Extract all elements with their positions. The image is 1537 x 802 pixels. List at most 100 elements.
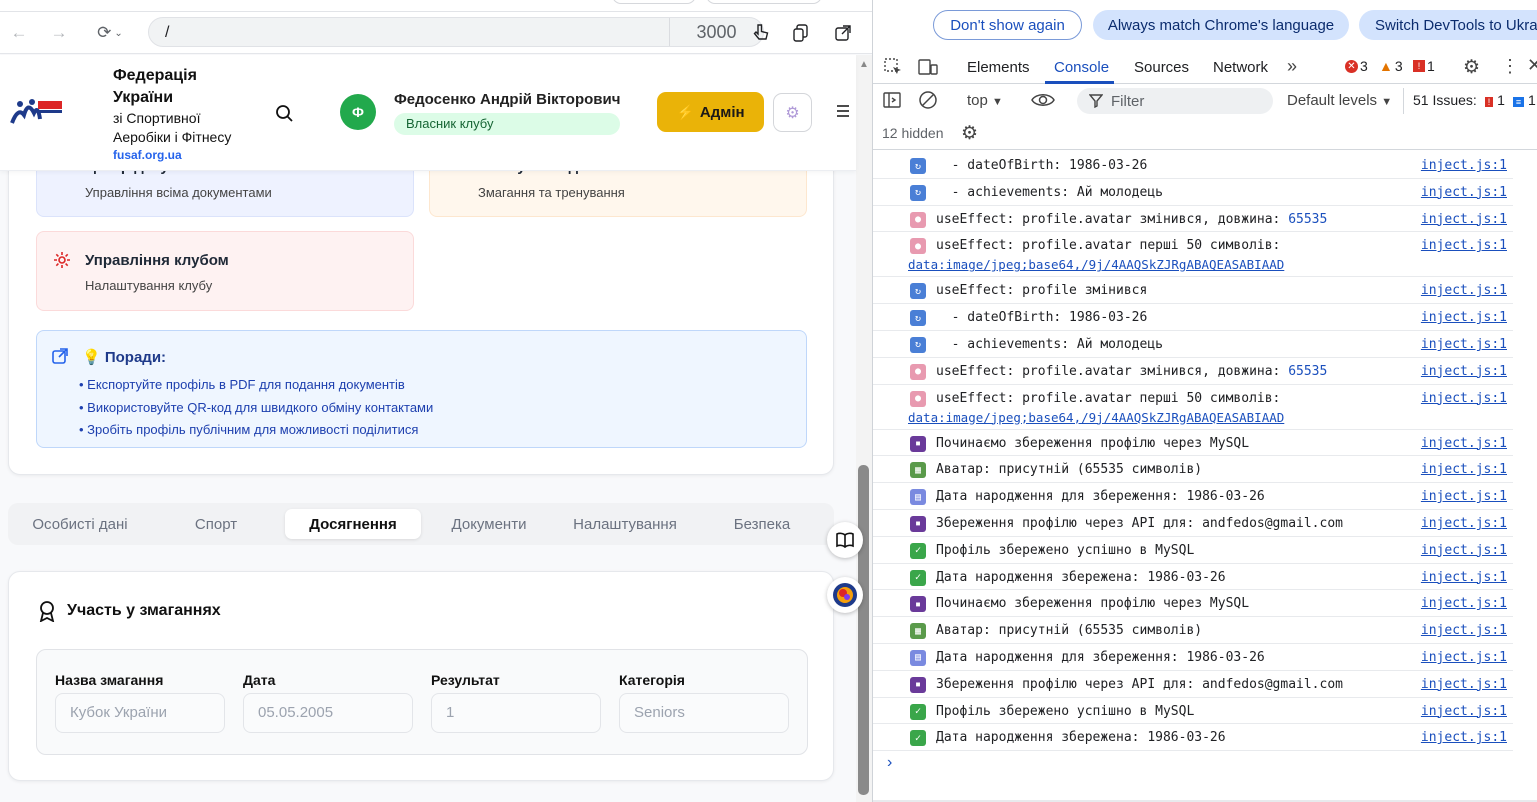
close-icon[interactable]: ✕ [1527,55,1537,76]
more-tabs-icon[interactable]: » [1287,56,1297,77]
console-message[interactable]: ● useEffect: profile.avatar змінився, дов… [873,358,1513,385]
search-icon[interactable] [272,101,296,125]
dont-show-again-button[interactable]: Don't show again [933,10,1082,40]
console-message[interactable]: ▤ Дата народження для збереження: 1986-03… [873,483,1513,510]
source-link[interactable]: inject.js:1 [1421,391,1507,406]
source-link[interactable]: inject.js:1 [1421,238,1507,253]
source-link[interactable]: inject.js:1 [1421,704,1507,719]
console-message[interactable]: ↻ useEffect: profile змінився inject.js:1 [873,277,1513,305]
eye-icon[interactable] [1031,90,1055,115]
inspect-icon[interactable] [883,57,903,82]
console-settings-icon[interactable]: ⚙ [961,122,978,145]
reload-icon[interactable]: ⟳ ⌄ [90,20,130,46]
scroll-up-icon[interactable]: ▲ [859,59,869,70]
tab-achievements[interactable]: Досягнення [285,509,421,539]
tab-strip-pill[interactable] [612,0,696,4]
avatar[interactable]: Ф [340,94,376,130]
clear-console-icon[interactable] [918,90,938,115]
menu-icon[interactable] [836,101,856,123]
source-link[interactable]: inject.js:1 [1421,623,1507,638]
competition-category-input[interactable]: Seniors [619,693,789,733]
console-message[interactable]: ● useEffect: profile.avatar змінився, дов… [873,206,1513,233]
console-message[interactable]: ↻ - dateOfBirth: 1986-03-26 inject.js:1 [873,152,1513,179]
console-message[interactable]: ● useEffect: profile.avatar перші 50 симв… [873,232,1513,278]
source-link[interactable]: inject.js:1 [1421,212,1507,227]
message-data-link[interactable]: data:image/jpeg;base64,/9j/4AAQSkZJRgABA… [908,257,1284,272]
message-data-link[interactable]: data:image/jpeg;base64,/9j/4AAQSkZJRgABA… [908,410,1284,425]
tab-sport[interactable]: Спорт [152,509,280,539]
settings-button[interactable]: ⚙ [773,93,812,132]
console-message[interactable]: ▪ Починаємо збереження профілю через MySQ… [873,590,1513,618]
source-link[interactable]: inject.js:1 [1421,283,1507,298]
pointer-icon[interactable] [748,20,774,46]
settings-gear-icon[interactable]: ⚙ [1463,56,1480,79]
console-message[interactable]: ▦ Аватар: присутній (65535 символів) injec… [873,617,1513,644]
fusaf-logo[interactable] [10,95,66,129]
competition-date-input[interactable]: 05.05.2005 [243,693,413,733]
source-link[interactable]: inject.js:1 [1421,185,1507,200]
tab-strip-pill[interactable] [706,0,822,4]
issue-count-badge[interactable]: ! 1 [1413,58,1435,74]
url-bar[interactable]: / 3000 [148,17,764,47]
source-link[interactable]: inject.js:1 [1421,436,1507,451]
console-message[interactable]: ▪ Збереження профілю через API для: andfe… [873,671,1513,698]
back-icon[interactable]: ← [6,20,32,46]
competition-result-input[interactable]: 1 [431,693,601,733]
console-message[interactable]: ▤ Дата народження для збереження: 1986-03… [873,644,1513,671]
kebab-menu-icon[interactable]: ⋮ [1501,56,1519,77]
context-selector[interactable]: top ▼ [967,92,1003,109]
scrollbar-thumb[interactable] [858,465,869,795]
external-link-icon[interactable] [52,348,68,369]
match-language-button[interactable]: Always match Chrome's language [1093,10,1349,40]
tab-settings[interactable]: Налаштування [557,509,693,539]
log-levels-dropdown[interactable]: Default levels ▼ [1287,92,1392,109]
tab-network[interactable]: Network [1213,59,1268,76]
console-message[interactable]: ▦ Аватар: присутній (65535 символів) injec… [873,456,1513,484]
source-link[interactable]: inject.js:1 [1421,158,1507,173]
tab-security[interactable]: Безпека [693,509,831,539]
warning-count-badge[interactable]: ▲ 3 [1379,58,1403,74]
source-link[interactable]: inject.js:1 [1421,310,1507,325]
tab-elements[interactable]: Elements [967,59,1030,76]
source-link[interactable]: inject.js:1 [1421,462,1507,477]
source-link[interactable]: inject.js:1 [1421,650,1507,665]
console-prompt-icon[interactable]: › [887,754,892,772]
source-link[interactable]: inject.js:1 [1421,489,1507,504]
competition-name-input[interactable]: Кубок України [55,693,225,733]
console-scrollbar[interactable] [1513,152,1537,802]
forward-icon[interactable]: → [46,20,72,46]
console-message[interactable]: ✓ Дата народження збережена: 1986-03-26 in… [873,724,1513,752]
source-link[interactable]: inject.js:1 [1421,730,1507,745]
switch-language-button[interactable]: Switch DevTools to Ukra [1359,10,1537,40]
source-link[interactable]: inject.js:1 [1421,543,1507,558]
console-message[interactable]: ● useEffect: profile.avatar перші 50 симв… [873,385,1513,430]
source-link[interactable]: inject.js:1 [1421,516,1507,531]
console-message[interactable]: ▪ Починаємо збереження профілю через MySQ… [873,430,1513,457]
source-link[interactable]: inject.js:1 [1421,570,1507,585]
copy-icon[interactable] [788,20,814,46]
page-scrollbar[interactable]: ▲ [856,55,872,802]
org-site-link[interactable]: fusaf.org.ua [113,148,273,162]
open-external-icon[interactable] [830,20,856,46]
source-link[interactable]: inject.js:1 [1421,337,1507,352]
console-message[interactable]: ↻ - achievements: Ай молодець inject.js:1 [873,179,1513,206]
filter-input[interactable]: Filter [1077,88,1273,114]
console-message[interactable]: ▪ Збереження профілю через API для: andfe… [873,510,1513,537]
tab-personal[interactable]: Особисті дані [8,509,152,539]
url-path[interactable]: / [165,24,169,42]
tab-sources[interactable]: Sources [1134,59,1189,76]
sidebar-toggle-icon[interactable] [883,91,901,114]
issues-counter[interactable]: 51 Issues: ! 1 ≡ 1 [1413,92,1536,108]
console-message[interactable]: ✓ Профіль збережено успішно в MySQL inject… [873,537,1513,564]
tab-console[interactable]: Console [1054,59,1109,76]
console-message[interactable]: ✓ Профіль збережено успішно в MySQL inject… [873,698,1513,725]
source-link[interactable]: inject.js:1 [1421,677,1507,692]
admin-button[interactable]: ⚡ Адмін [657,92,764,132]
tab-documents[interactable]: Документи [421,509,557,539]
tile-club-management[interactable]: Управління клубом Налаштування клубу [36,231,414,311]
book-icon[interactable] [827,522,863,558]
console-message[interactable]: ↻ - achievements: Ай молодець inject.js:1 [873,331,1513,358]
console-message[interactable]: ✓ Дата народження збережена: 1986-03-26 in… [873,564,1513,591]
source-link[interactable]: inject.js:1 [1421,364,1507,379]
error-count-badge[interactable]: ✕ 3 [1345,58,1368,74]
